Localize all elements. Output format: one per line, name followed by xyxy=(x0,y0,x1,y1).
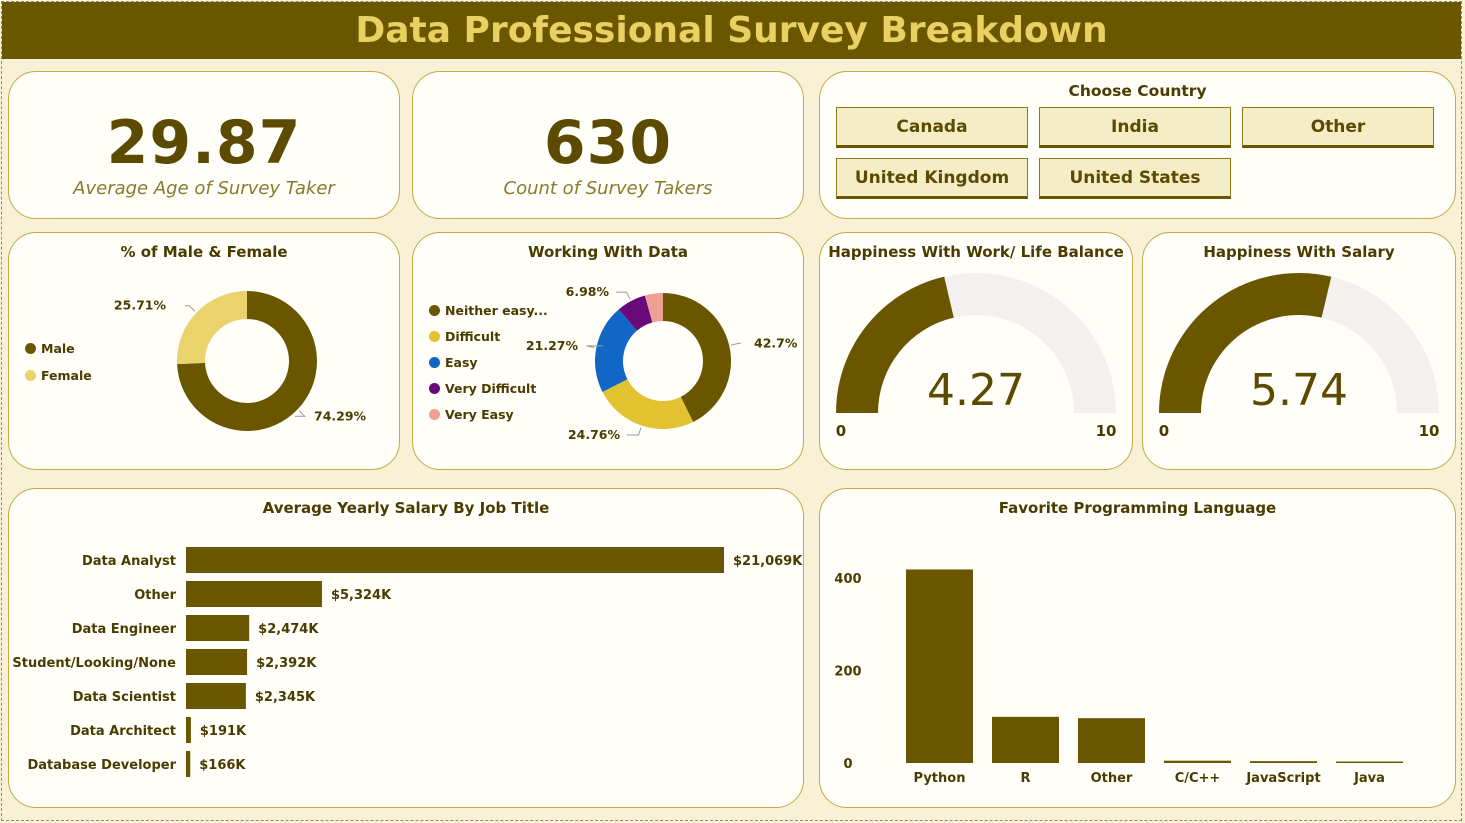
salary-bar-data-architect[interactable] xyxy=(186,717,191,743)
gauge-worklife-card[interactable]: Happiness With Work/ Life Balance 4.27 0… xyxy=(819,232,1133,470)
gauge-worklife-chart: 4.27 0 10 xyxy=(836,273,1117,440)
salary-value-label: $166K xyxy=(199,758,246,773)
donut-leader-male xyxy=(295,410,307,417)
avg-age-card[interactable]: 29.87 Average Age of Survey Taker xyxy=(8,71,400,219)
salary-category-label: Database Developer xyxy=(27,758,176,773)
gauge-salary-max: 10 xyxy=(1419,422,1440,440)
salary-category-label: Data Engineer xyxy=(72,622,177,637)
salary-category-label: Data Architect xyxy=(70,724,176,739)
avg-age-value: 29.87 xyxy=(106,108,302,178)
country-option-india[interactable]: India xyxy=(1039,107,1231,148)
donut-label-easy: 21.27% xyxy=(526,338,579,353)
language-y-tick: 400 xyxy=(834,572,861,587)
language-bar-java[interactable] xyxy=(1336,761,1403,764)
donut-label-female: 25.71% xyxy=(114,298,167,313)
salary-value-label: $2,474K xyxy=(258,622,319,637)
language-category-label: Python xyxy=(914,771,966,786)
gauge-salary-card[interactable]: Happiness With Salary 5.74 0 10 xyxy=(1142,232,1456,470)
page-title: Data Professional Survey Breakdown xyxy=(2,2,1461,59)
working-donut-chart: 42.7% 24.76% 21.27% 6.98% xyxy=(526,284,798,442)
donut-label-male: 74.29% xyxy=(314,408,367,423)
salary-category-label: Data Analyst xyxy=(82,554,176,569)
salary-bar-data-analyst[interactable] xyxy=(186,547,724,573)
gender-donut-chart: 74.29% 25.71% xyxy=(114,291,367,431)
language-column-chart: 0 200 400 Python R Other C/C++ JavaScript Java xyxy=(834,569,1403,786)
donut-leader-female xyxy=(185,305,196,312)
donut-leader-difficult xyxy=(627,427,642,436)
donut-label-difficult: 24.76% xyxy=(568,427,621,442)
gauge-worklife-min: 0 xyxy=(836,422,846,440)
donut-leader-very-difficult xyxy=(616,291,631,300)
donut-slice-difficult[interactable] xyxy=(602,379,694,429)
country-option-united-kingdom[interactable]: United Kingdom xyxy=(836,158,1028,199)
country-slicer-card: Choose Country Canada India Other United… xyxy=(819,71,1456,219)
language-y-tick: 0 xyxy=(843,757,852,772)
language-y-tick: 200 xyxy=(834,665,861,680)
country-option-united-states[interactable]: United States xyxy=(1039,158,1231,199)
working-card[interactable]: Working With Data Neither easy... Difficu… xyxy=(412,232,804,470)
salary-category-label: Data Scientist xyxy=(73,690,176,705)
donut-slice-female[interactable] xyxy=(177,291,247,365)
gauge-worklife-value: 4.27 xyxy=(927,365,1025,416)
donut-leader-neither-easy xyxy=(731,342,741,346)
count-label: Count of Survey Takers xyxy=(503,178,713,199)
salary-value-label: $191K xyxy=(200,724,247,739)
donut-label-neither-easy: 42.7% xyxy=(754,335,798,350)
language-bar-other[interactable] xyxy=(1078,718,1145,763)
language-category-label: JavaScript xyxy=(1245,771,1320,786)
language-category-label: Other xyxy=(1091,771,1133,786)
language-bar-javascript[interactable] xyxy=(1250,761,1317,763)
salary-card[interactable]: Average Yearly Salary By Job Title Data … xyxy=(8,488,804,808)
gauge-salary-min: 0 xyxy=(1159,422,1169,440)
language-category-label: Java xyxy=(1353,771,1385,786)
gauge-worklife-max: 10 xyxy=(1096,422,1117,440)
salary-value-label: $5,324K xyxy=(331,588,392,603)
gender-card[interactable]: % of Male & Female Male Female 74.29% 25.… xyxy=(8,232,400,470)
salary-bar-other[interactable] xyxy=(186,581,322,607)
avg-age-label: Average Age of Survey Taker xyxy=(73,178,335,199)
donut-label-very-difficult: 6.98% xyxy=(566,284,610,299)
language-bar-python[interactable] xyxy=(906,569,973,763)
language-category-label: R xyxy=(1020,771,1030,786)
salary-category-label: Other xyxy=(134,588,176,603)
count-value: 630 xyxy=(543,108,673,178)
country-slicer-title: Choose Country xyxy=(1068,82,1207,100)
salary-category-label: Student/Looking/None xyxy=(12,656,176,671)
count-card[interactable]: 630 Count of Survey Takers xyxy=(412,71,804,219)
salary-bar-database-developer[interactable] xyxy=(186,751,191,777)
country-option-canada[interactable]: Canada xyxy=(836,107,1028,148)
language-category-label: C/C++ xyxy=(1175,771,1221,786)
gauge-salary-value: 5.74 xyxy=(1250,365,1348,416)
language-bar-c-c[interactable] xyxy=(1164,760,1231,763)
salary-bar-chart: Data Analyst $21,069K Other $5,324K Data Eng… xyxy=(12,547,803,777)
salary-value-label: $21,069K xyxy=(733,554,803,569)
language-card[interactable]: Favorite Programming Language 0 200 400 Pyt… xyxy=(819,488,1456,808)
salary-value-label: $2,345K xyxy=(255,690,316,705)
salary-bar-data-engineer[interactable] xyxy=(186,615,250,641)
salary-value-label: $2,392K xyxy=(256,656,317,671)
salary-bar-student-looking-none[interactable] xyxy=(186,649,248,675)
country-option-other[interactable]: Other xyxy=(1242,107,1434,148)
language-bar-r[interactable] xyxy=(992,716,1059,763)
salary-bar-data-scientist[interactable] xyxy=(186,683,246,709)
gauge-salary-chart: 5.74 0 10 xyxy=(1159,272,1440,440)
